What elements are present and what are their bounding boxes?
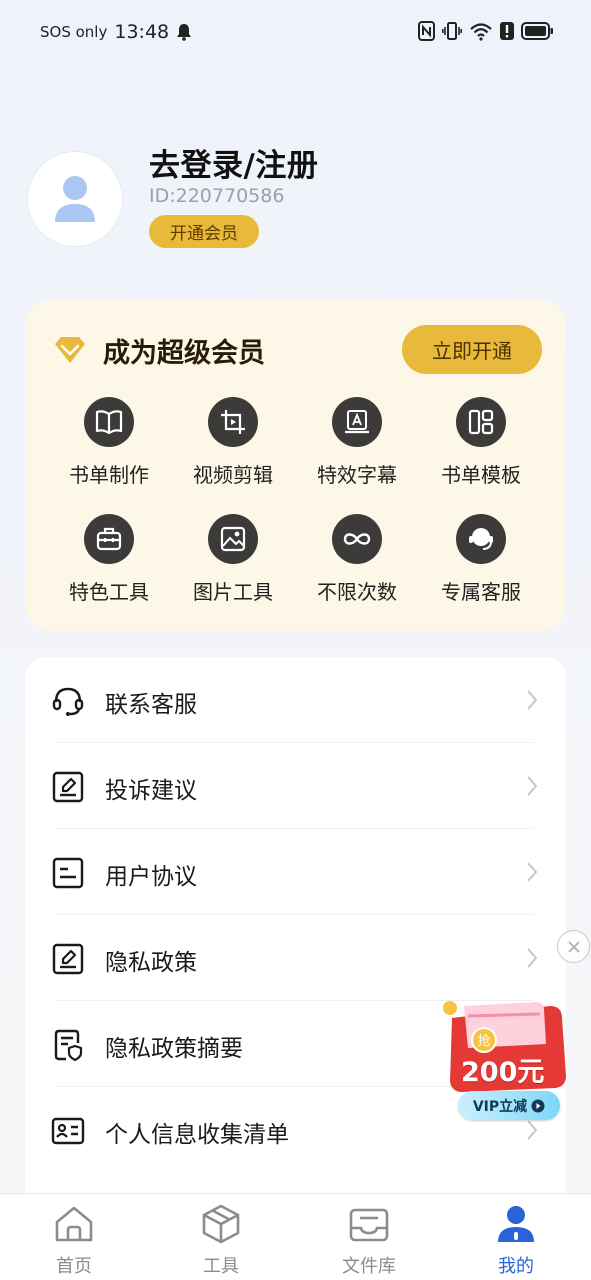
toolbox-icon bbox=[84, 514, 134, 564]
promo-badge: 抢 bbox=[477, 1033, 490, 1049]
feature-label: 专属客服 bbox=[441, 580, 521, 604]
chevron-right-icon bbox=[527, 862, 538, 882]
inbox-icon bbox=[349, 1208, 389, 1242]
login-register-link[interactable]: 去登录/注册 bbox=[149, 140, 318, 185]
infinity-icon bbox=[332, 514, 382, 564]
bottom-nav: 首页 工具 文件库 我的 bbox=[0, 1193, 591, 1280]
status-bar: SOS only 13:48 bbox=[0, 0, 591, 66]
feature-label: 特效字幕 bbox=[317, 463, 397, 487]
nav-label: 文件库 bbox=[342, 1256, 396, 1277]
open-membership-button[interactable]: 开通会员 bbox=[149, 215, 259, 248]
nav-home[interactable]: 首页 bbox=[24, 1202, 124, 1278]
document-icon bbox=[52, 857, 84, 889]
nav-label: 首页 bbox=[56, 1256, 92, 1277]
vip-discount-promo[interactable]: 抢 200元 VIP立减 bbox=[428, 992, 574, 1124]
book-icon bbox=[84, 397, 134, 447]
feature-video-edit[interactable]: 视频剪辑 bbox=[171, 397, 295, 488]
menu-label: 个人信息收集清单 bbox=[105, 1122, 289, 1148]
home-icon bbox=[55, 1206, 93, 1242]
feature-book-list[interactable]: 书单制作 bbox=[47, 397, 171, 488]
subtitle-icon bbox=[332, 397, 382, 447]
edit-icon bbox=[52, 943, 84, 975]
nav-tools[interactable]: 工具 bbox=[171, 1202, 271, 1278]
edit-icon bbox=[52, 771, 84, 803]
vip-title: 成为超级会员 bbox=[103, 338, 265, 369]
activate-now-button[interactable]: 立即开通 bbox=[402, 325, 542, 374]
agent-icon bbox=[456, 514, 506, 564]
feature-label: 不限次数 bbox=[317, 580, 397, 604]
battery-icon bbox=[521, 22, 553, 40]
vip-card: 成为超级会员 立即开通 书单制作 视频剪辑 特效字幕 书单模板 特色工具 图片工… bbox=[25, 300, 566, 631]
menu-label: 用户协议 bbox=[105, 864, 197, 890]
vibrate-icon bbox=[442, 22, 462, 40]
nav-label: 我的 bbox=[498, 1256, 534, 1277]
carrier-text: SOS only bbox=[40, 23, 108, 41]
id-card-icon bbox=[51, 1117, 85, 1145]
menu-user-agreement[interactable]: 用户协议 bbox=[25, 829, 566, 915]
feature-dedicated-service[interactable]: 专属客服 bbox=[419, 514, 543, 605]
feature-template[interactable]: 书单模板 bbox=[419, 397, 543, 488]
feature-special-tools[interactable]: 特色工具 bbox=[47, 514, 171, 605]
nfc-icon bbox=[418, 21, 435, 41]
cube-icon bbox=[202, 1204, 240, 1244]
promo-amount: 200元 bbox=[461, 1057, 545, 1088]
promo-close-button[interactable] bbox=[557, 930, 590, 963]
user-id: ID:220770586 bbox=[149, 185, 285, 207]
menu-complaints[interactable]: 投诉建议 bbox=[25, 743, 566, 829]
menu-label: 联系客服 bbox=[105, 692, 197, 718]
menu-label: 隐私政策 bbox=[105, 950, 197, 976]
feature-label: 书单制作 bbox=[69, 463, 149, 487]
template-icon bbox=[456, 397, 506, 447]
menu-label: 投诉建议 bbox=[105, 778, 197, 804]
promo-vip-label: VIP立减 bbox=[472, 1098, 528, 1115]
nav-file-library[interactable]: 文件库 bbox=[319, 1202, 419, 1278]
chevron-right-icon bbox=[527, 776, 538, 796]
feature-image-tools[interactable]: 图片工具 bbox=[171, 514, 295, 605]
nav-label: 工具 bbox=[203, 1256, 239, 1277]
chevron-right-icon bbox=[527, 948, 538, 968]
vip-discount-button[interactable]: VIP立减 bbox=[458, 1091, 560, 1120]
feature-subtitle-effects[interactable]: 特效字幕 bbox=[295, 397, 419, 488]
close-icon bbox=[567, 940, 580, 953]
menu-label: 隐私政策摘要 bbox=[105, 1036, 243, 1062]
wifi-icon bbox=[470, 23, 492, 41]
headset-icon bbox=[52, 687, 84, 716]
crop-video-icon bbox=[208, 397, 258, 447]
feature-label: 特色工具 bbox=[69, 580, 149, 604]
feature-label: 图片工具 bbox=[193, 580, 273, 604]
chevron-right-icon bbox=[527, 690, 538, 710]
clock: 13:48 bbox=[114, 21, 170, 43]
image-icon bbox=[208, 514, 258, 564]
diamond-icon bbox=[55, 337, 85, 363]
feature-label: 书单模板 bbox=[441, 463, 521, 487]
user-placeholder-icon bbox=[55, 176, 95, 222]
nav-mine[interactable]: 我的 bbox=[466, 1202, 566, 1278]
alert-icon bbox=[500, 22, 514, 40]
bell-icon bbox=[177, 24, 192, 41]
play-circle-icon bbox=[531, 1099, 545, 1112]
avatar[interactable] bbox=[27, 151, 123, 247]
menu-contact-support[interactable]: 联系客服 bbox=[25, 657, 566, 743]
menu-privacy-policy[interactable]: 隐私政策 bbox=[25, 915, 566, 1001]
shield-document-icon bbox=[54, 1029, 83, 1062]
feature-label: 视频剪辑 bbox=[193, 463, 273, 487]
feature-unlimited[interactable]: 不限次数 bbox=[295, 514, 419, 605]
user-icon bbox=[498, 1206, 534, 1242]
